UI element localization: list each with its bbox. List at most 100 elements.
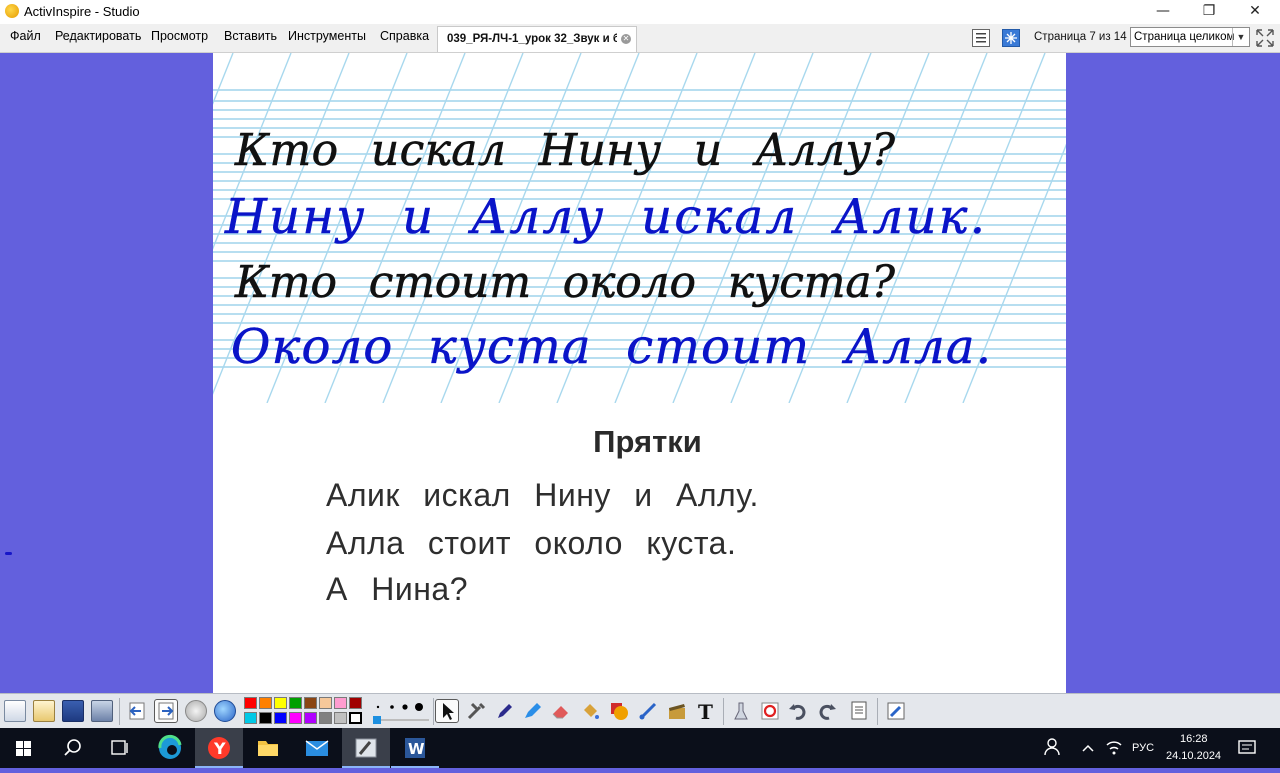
toolbar-separator bbox=[433, 698, 434, 725]
show-hidden-icons-button[interactable] bbox=[1076, 728, 1100, 768]
window-title: ActivInspire - Studio bbox=[24, 4, 140, 19]
wifi-icon bbox=[1106, 741, 1122, 755]
previous-page-icon[interactable] bbox=[126, 700, 148, 722]
people-button[interactable] bbox=[1038, 728, 1068, 768]
activinspire-taskbar-button[interactable] bbox=[342, 728, 390, 768]
select-tool-icon[interactable] bbox=[435, 699, 459, 723]
notifications-button[interactable] bbox=[1232, 728, 1262, 768]
menu-insert[interactable]: Вставить bbox=[224, 29, 277, 43]
color-swatch[interactable] bbox=[349, 697, 362, 709]
color-swatch[interactable] bbox=[289, 697, 302, 709]
text-tool-icon[interactable]: T bbox=[695, 700, 717, 724]
color-swatch[interactable] bbox=[244, 712, 257, 724]
close-button[interactable]: ✕ bbox=[1232, 0, 1278, 24]
network-button[interactable] bbox=[1102, 728, 1126, 768]
restore-button[interactable]: ❐ bbox=[1186, 0, 1232, 24]
shapes-icon bbox=[611, 703, 628, 720]
main-menu-icon[interactable] bbox=[4, 700, 26, 722]
color-swatch[interactable] bbox=[304, 712, 317, 724]
input-language[interactable]: РУС bbox=[1132, 742, 1154, 754]
edge-icon bbox=[158, 734, 182, 759]
notes-icon bbox=[851, 701, 867, 720]
handwriting-line-1: Кто искал Нину и Аллу? bbox=[234, 125, 895, 176]
desktop-annotate-icon[interactable] bbox=[62, 700, 84, 722]
play-icon[interactable] bbox=[185, 700, 207, 722]
eraser-tool-icon[interactable] bbox=[550, 700, 572, 722]
clear-tool-icon[interactable] bbox=[730, 700, 752, 722]
task-view-button[interactable] bbox=[96, 728, 144, 768]
clock-time[interactable]: 16:28 bbox=[1180, 733, 1208, 745]
next-page-icon[interactable] bbox=[154, 699, 178, 723]
word-icon: W bbox=[405, 738, 425, 758]
menu-help[interactable]: Справка bbox=[380, 29, 429, 43]
eraser-icon bbox=[552, 706, 568, 719]
zoom-select[interactable]: Страница целиком ▼ bbox=[1130, 27, 1250, 47]
menu-tools[interactable]: Инструменты bbox=[288, 29, 366, 43]
text-t-icon: T bbox=[698, 700, 713, 724]
color-swatch[interactable] bbox=[319, 712, 332, 724]
reset-page-icon[interactable] bbox=[759, 700, 781, 722]
pen-icon bbox=[498, 704, 512, 718]
yandex-browser-taskbar-button[interactable]: Y bbox=[195, 728, 243, 768]
color-swatch[interactable] bbox=[334, 712, 347, 724]
redo-icon[interactable] bbox=[816, 700, 838, 722]
color-swatch[interactable] bbox=[319, 697, 332, 709]
handwriting-layer: Кто искал Нину и Аллу? Нину и Аллу искал… bbox=[224, 125, 992, 376]
desktop-tools-icon[interactable] bbox=[91, 700, 113, 722]
taskbar-search-button[interactable] bbox=[48, 728, 96, 768]
fill-tool-icon[interactable] bbox=[579, 700, 601, 722]
tools-icon[interactable] bbox=[465, 700, 487, 722]
flipchart-page[interactable]: Кто искал Нину и Аллу? Нину и Аллу искал… bbox=[213, 53, 1066, 693]
page-notes-icon[interactable] bbox=[848, 700, 870, 722]
pen-mark bbox=[5, 552, 12, 555]
color-swatch[interactable] bbox=[259, 712, 272, 724]
flipchart-icon[interactable] bbox=[1002, 29, 1020, 47]
color-swatch[interactable] bbox=[274, 697, 287, 709]
word-taskbar-button[interactable]: W bbox=[391, 728, 439, 768]
clapperboard-tool-icon[interactable] bbox=[666, 700, 688, 722]
mail-taskbar-button[interactable] bbox=[293, 728, 341, 768]
clock-date[interactable]: 24.10.2024 bbox=[1166, 750, 1221, 762]
menu-file[interactable]: Файл bbox=[10, 29, 41, 43]
cursor-arrow-icon bbox=[443, 703, 454, 720]
highlighter-tool-icon[interactable] bbox=[521, 700, 543, 722]
shape-tool-icon[interactable] bbox=[608, 700, 630, 722]
menu-edit[interactable]: Редактировать bbox=[55, 29, 141, 43]
mail-icon bbox=[305, 740, 329, 756]
color-swatch[interactable] bbox=[334, 697, 347, 709]
color-swatch[interactable] bbox=[304, 697, 317, 709]
color-swatch[interactable] bbox=[349, 712, 362, 724]
document-tab[interactable]: 039_РЯ-ЛЧ-1_урок 32_Звук и буква ✕ bbox=[437, 26, 637, 52]
text-heading: Прятки bbox=[593, 424, 702, 459]
tab-close-icon[interactable]: ✕ bbox=[621, 34, 631, 44]
color-swatch[interactable] bbox=[274, 712, 287, 724]
minimize-button[interactable]: — bbox=[1140, 0, 1186, 24]
undo-icon[interactable] bbox=[787, 700, 809, 722]
connector-tool-icon[interactable] bbox=[637, 700, 659, 722]
yandex-browser-icon: Y bbox=[208, 737, 230, 759]
fullscreen-icon[interactable] bbox=[1255, 28, 1274, 47]
windows-start-button[interactable] bbox=[0, 728, 48, 768]
handwriting-line-2: Нину и Аллу искал Алик. bbox=[224, 189, 985, 245]
menu-view[interactable]: Просмотр bbox=[151, 29, 208, 43]
file-explorer-taskbar-button[interactable] bbox=[244, 728, 292, 768]
text-line-2: Алла стоит около куста. bbox=[326, 525, 737, 561]
text-line-3: А Нина? bbox=[326, 571, 468, 607]
dual-user-icon[interactable] bbox=[214, 700, 236, 722]
pen-tool-icon[interactable] bbox=[493, 700, 515, 722]
page-counter: Страница 7 из 14 bbox=[1034, 31, 1127, 43]
color-swatch[interactable] bbox=[289, 712, 302, 724]
pen-width-selector[interactable] bbox=[372, 698, 432, 724]
color-swatch[interactable] bbox=[244, 697, 257, 709]
page-browser-icon[interactable] bbox=[972, 29, 990, 47]
chevron-down-icon[interactable]: ▼ bbox=[1232, 28, 1249, 46]
edge-taskbar-button[interactable] bbox=[146, 728, 194, 768]
browsers-icon[interactable] bbox=[33, 700, 55, 722]
customize-toolbox-icon[interactable] bbox=[885, 700, 907, 722]
svg-text:Y: Y bbox=[213, 739, 226, 758]
page-browser-glyph-icon bbox=[976, 33, 986, 43]
color-swatch[interactable] bbox=[259, 697, 272, 709]
text-line-1: Алик искал Нину и Аллу. bbox=[326, 477, 759, 513]
svg-text:W: W bbox=[408, 740, 425, 758]
activinspire-app-icon bbox=[5, 4, 19, 18]
